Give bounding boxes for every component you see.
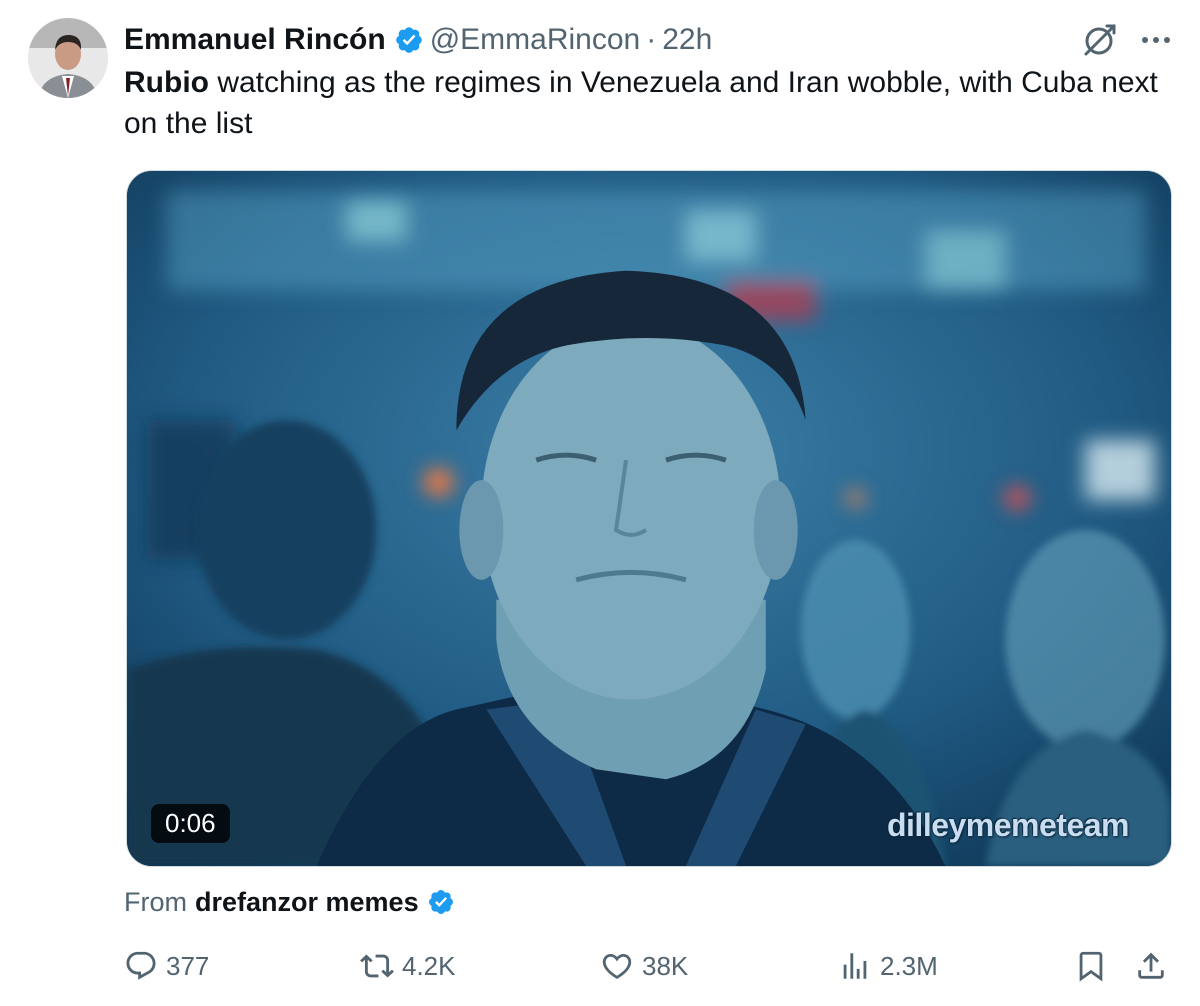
- verified-badge-icon: [427, 888, 455, 916]
- views-icon: [843, 953, 867, 979]
- views-count: 2.3M: [880, 950, 938, 981]
- post-time[interactable]: 22h: [662, 23, 712, 57]
- bookmark-button[interactable]: [1074, 944, 1116, 988]
- author-handle[interactable]: @EmmaRincon: [430, 23, 641, 57]
- repost-count: 4.2K: [402, 950, 456, 981]
- like-count: 38K: [642, 950, 689, 981]
- video-media[interactable]: 0:06 dilleymemeteam: [126, 170, 1172, 867]
- reply-count: 377: [166, 950, 210, 981]
- grok-icon[interactable]: [1082, 22, 1118, 58]
- video-duration: 0:06: [151, 804, 230, 843]
- source-name[interactable]: drefanzor memes: [195, 887, 419, 918]
- repost-icon: [360, 954, 394, 978]
- share-icon: [1138, 952, 1164, 979]
- tweet-text-rest: watching as the regimes in Venezuela and…: [124, 66, 1158, 140]
- bookmark-icon: [1079, 951, 1103, 982]
- share-button[interactable]: [1134, 944, 1176, 988]
- video-watermark: dilleymemeteam: [886, 807, 1130, 843]
- media-source: From drefanzor memes: [124, 882, 461, 922]
- views-button[interactable]: 2.3M: [838, 944, 938, 988]
- more-icon[interactable]: [1140, 26, 1172, 54]
- tweet-text-bold: Rubio: [124, 66, 209, 99]
- tweet-text: Rubio watching as the regimes in Venezue…: [124, 62, 1164, 144]
- separator-dot: ·: [646, 23, 657, 56]
- repost-button[interactable]: 4.2K: [360, 944, 456, 988]
- avatar-image: [28, 18, 108, 98]
- tweet-header: Emmanuel Rincón @EmmaRincon · 22h: [124, 18, 712, 62]
- author-name[interactable]: Emmanuel Rincón: [124, 23, 386, 57]
- source-prefix: From: [124, 886, 187, 917]
- like-button[interactable]: 38K: [600, 944, 688, 988]
- reply-icon: [126, 951, 156, 980]
- reply-button[interactable]: 377: [124, 944, 209, 988]
- avatar[interactable]: [28, 18, 108, 98]
- verified-badge-icon: [394, 25, 424, 55]
- action-bar: 377 4.2K 38K 2.3M: [124, 944, 1174, 988]
- video-frame: [127, 171, 1171, 866]
- heart-icon: [602, 953, 632, 979]
